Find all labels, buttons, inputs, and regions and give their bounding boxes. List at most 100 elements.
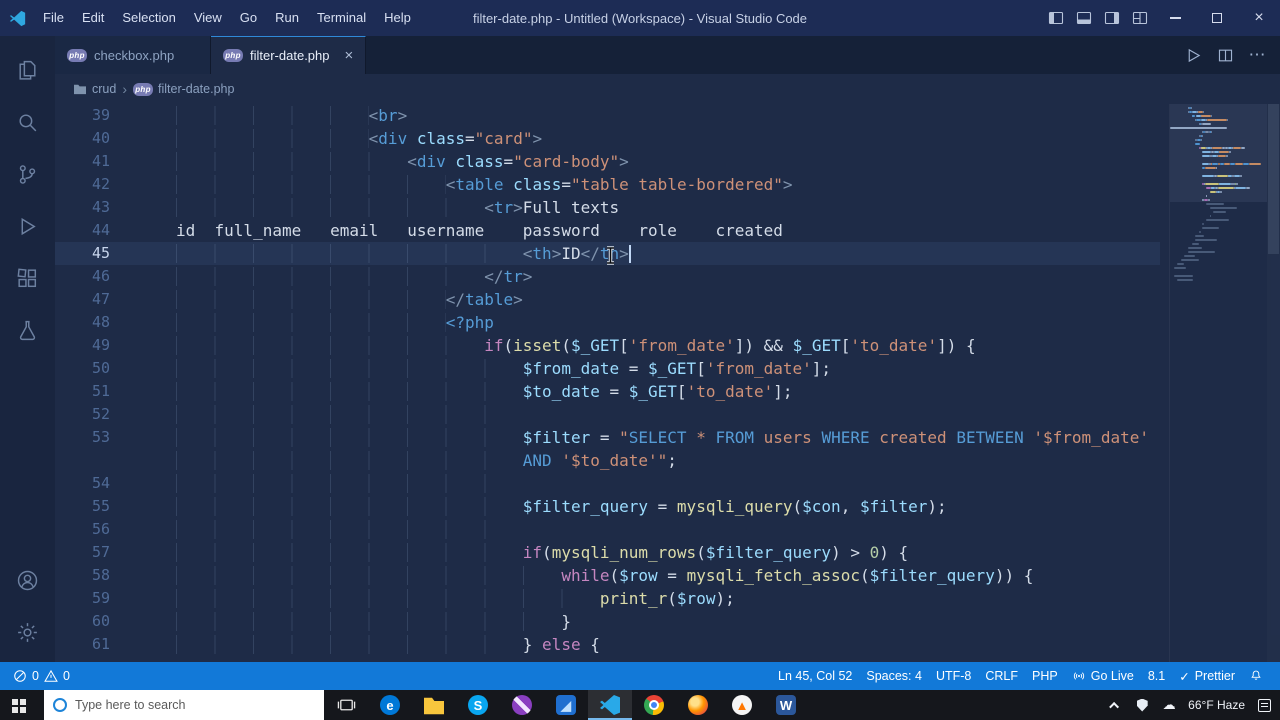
cursor-position[interactable]: Ln 45, Col 52	[771, 662, 859, 690]
code-line[interactable]: 61 } else {	[55, 633, 1160, 656]
menu-file[interactable]: File	[34, 0, 73, 36]
mouse-cursor-ibeam	[607, 246, 614, 265]
toggle-sidebar-icon[interactable]	[1042, 0, 1070, 36]
split-editor-icon[interactable]	[1212, 42, 1238, 68]
tab-filter-date.php[interactable]: php filter-date.php ×	[211, 36, 367, 74]
code-line[interactable]: 46 </tr>	[55, 265, 1160, 288]
taskbar-app-design-app[interactable]	[500, 690, 544, 720]
taskbar-app-skype[interactable]: S	[456, 690, 500, 720]
menu-bar: File Edit Selection View Go Run Terminal Help	[34, 0, 420, 36]
taskbar-app-vscode[interactable]	[588, 690, 632, 720]
maximize-button[interactable]	[1196, 0, 1238, 36]
close-button[interactable]: ×	[1238, 0, 1280, 36]
cloud-icon[interactable]: ☁	[1161, 695, 1177, 715]
code-line[interactable]: 47 </table>	[55, 288, 1160, 311]
scrollbar[interactable]	[1267, 104, 1280, 662]
code-line[interactable]: 59 print_r($row);	[55, 587, 1160, 610]
tab-strip: php checkbox.php ×php filter-date.php ×	[55, 36, 367, 74]
testing-beaker-icon[interactable]	[11, 304, 45, 356]
code-line[interactable]: 41 <div class="card-body">	[55, 150, 1160, 173]
shield-icon[interactable]	[1134, 695, 1150, 715]
indentation-indicator[interactable]: Spaces: 4	[859, 662, 929, 690]
run-button[interactable]	[1180, 42, 1206, 68]
weather-widget[interactable]: 66°F Haze	[1188, 698, 1245, 712]
php-version-indicator[interactable]: 8.1	[1141, 662, 1172, 690]
code-line[interactable]: 51 $to_date = $_GET['to_date'];	[55, 380, 1160, 403]
account-icon[interactable]	[11, 554, 45, 606]
status-bar-right: Ln 45, Col 52 Spaces: 4 UTF-8 CRLF PHP G…	[771, 662, 1270, 690]
language-mode[interactable]: PHP	[1025, 662, 1065, 690]
minimap[interactable]	[1169, 104, 1267, 662]
check-icon: ✓	[1179, 669, 1190, 684]
code-line[interactable]: 44 id full_name email username password r…	[55, 219, 1160, 242]
system-tray: ☁ 66°F Haze	[1107, 695, 1280, 715]
problems-indicator[interactable]: 0 0	[6, 662, 77, 690]
go-live-button[interactable]: Go Live	[1065, 662, 1141, 690]
line-number: 61	[91, 635, 110, 653]
minimize-button[interactable]	[1154, 0, 1196, 36]
settings-gear-icon[interactable]	[11, 606, 45, 658]
php-icon: php	[223, 49, 243, 62]
taskbar-app-word[interactable]: W	[764, 690, 808, 720]
menu-edit[interactable]: Edit	[73, 0, 113, 36]
breadcrumb-folder[interactable]: crud	[73, 82, 116, 96]
more-actions-icon[interactable]: ⋯	[1244, 42, 1270, 68]
code-line[interactable]: 54	[55, 472, 1160, 495]
taskbar-app-chrome[interactable]	[632, 690, 676, 720]
tab-label: checkbox.php	[94, 47, 175, 63]
code-line[interactable]: 49 if(isset($_GET['from_date']) && $_GET…	[55, 334, 1160, 357]
explorer-icon[interactable]	[11, 44, 45, 96]
tab-checkbox.php[interactable]: phpcheckbox.php×	[55, 36, 211, 74]
search-input[interactable]	[75, 698, 295, 712]
notifications-bell-icon[interactable]	[1242, 662, 1270, 690]
encoding-indicator[interactable]: UTF-8	[929, 662, 978, 690]
code-editor[interactable]: 39 <br> 40 <div class="card"> 41 <div clas…	[55, 104, 1280, 662]
prettier-indicator[interactable]: ✓ Prettier	[1172, 662, 1242, 690]
run-debug-icon[interactable]	[11, 200, 45, 252]
close-tab-icon[interactable]: ×	[345, 47, 354, 64]
code-line[interactable]: 53 $filter = "SELECT * FROM users WHERE …	[55, 426, 1160, 449]
skype-icon: S	[468, 695, 488, 715]
taskbar-app-vlc[interactable]: ▲	[720, 690, 764, 720]
code-line[interactable]: AND '$to_date'";	[55, 449, 1160, 472]
code-line[interactable]: 42 <table class="table table-bordered">	[55, 173, 1160, 196]
code-line[interactable]: 56	[55, 518, 1160, 541]
search-icon[interactable]	[11, 96, 45, 148]
code-line[interactable]: 58 while($row = mysqli_fetch_assoc($filt…	[55, 564, 1160, 587]
taskbar-app-file-explorer[interactable]	[412, 690, 456, 720]
code-line[interactable]: 39 <br>	[55, 104, 1160, 127]
menu-selection[interactable]: Selection	[113, 0, 184, 36]
scrollbar-slider[interactable]	[1268, 104, 1279, 254]
toggle-secondary-sidebar-icon[interactable]	[1098, 0, 1126, 36]
code-line[interactable]: 55 $filter_query = mysqli_query($con, $f…	[55, 495, 1160, 518]
code-line[interactable]: 57 if(mysqli_num_rows($filter_query) > 0…	[55, 541, 1160, 564]
taskbar-app-photos[interactable]: ◢	[544, 690, 588, 720]
code-line[interactable]: 52	[55, 403, 1160, 426]
menu-run[interactable]: Run	[266, 0, 308, 36]
start-button[interactable]	[0, 690, 44, 720]
menu-help[interactable]: Help	[375, 0, 420, 36]
code-line[interactable]: 50 $from_date = $_GET['from_date'];	[55, 357, 1160, 380]
task-view-button[interactable]	[324, 690, 368, 720]
menu-terminal[interactable]: Terminal	[308, 0, 375, 36]
menu-go[interactable]: Go	[231, 0, 266, 36]
code-line[interactable]: 48 <?php	[55, 311, 1160, 334]
eol-indicator[interactable]: CRLF	[978, 662, 1025, 690]
taskbar-app-edge[interactable]: e	[368, 690, 412, 720]
file-explorer-icon	[424, 697, 444, 715]
breadcrumb-file[interactable]: php filter-date.php	[133, 82, 234, 96]
taskbar-app-firefox[interactable]	[676, 690, 720, 720]
code-line[interactable]: 60 }	[55, 610, 1160, 633]
chevron-up-icon[interactable]	[1107, 695, 1123, 715]
design-app-icon	[512, 695, 532, 715]
line-number: 40	[91, 129, 110, 147]
code-line[interactable]: 43 <tr>Full texts	[55, 196, 1160, 219]
toggle-panel-icon[interactable]	[1070, 0, 1098, 36]
code-line[interactable]: 40 <div class="card">	[55, 127, 1160, 150]
customize-layout-icon[interactable]	[1126, 0, 1154, 36]
action-center-icon[interactable]	[1256, 695, 1272, 715]
taskbar-search[interactable]	[44, 690, 324, 720]
menu-view[interactable]: View	[185, 0, 231, 36]
extensions-icon[interactable]	[11, 252, 45, 304]
source-control-icon[interactable]	[11, 148, 45, 200]
